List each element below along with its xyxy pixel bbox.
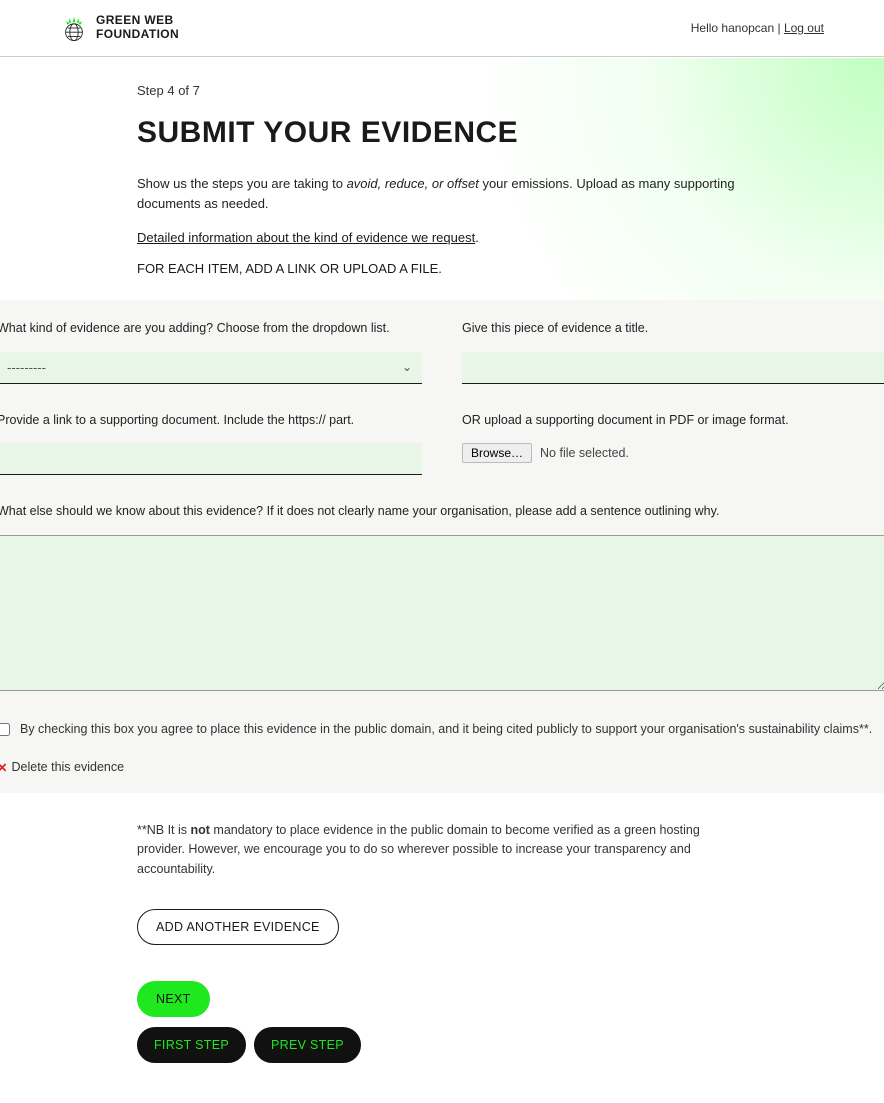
- evidence-notes-textarea[interactable]: [0, 535, 884, 691]
- greeting-text: Hello hanopcan: [691, 21, 774, 35]
- user-menu: Hello hanopcan | Log out: [691, 21, 824, 35]
- delete-x-icon: ✕: [0, 760, 7, 775]
- evidence-title-input[interactable]: [462, 352, 884, 384]
- footnote-text: **NB It is not mandatory to place eviden…: [137, 821, 747, 879]
- delete-evidence-button[interactable]: ✕ Delete this evidence: [0, 760, 884, 775]
- notes-label: What else should we know about this evid…: [0, 503, 884, 521]
- evidence-info-link[interactable]: Detailed information about the kind of e…: [137, 230, 475, 245]
- page-title: SUBMIT YOUR EVIDENCE: [137, 116, 747, 150]
- next-button[interactable]: NEXT: [137, 981, 210, 1017]
- first-step-button[interactable]: FIRST STEP: [137, 1027, 246, 1063]
- site-header: GREEN WEB FOUNDATION Hello hanopcan | Lo…: [0, 0, 884, 57]
- evidence-form-card: What kind of evidence are you adding? Ch…: [0, 300, 884, 793]
- kind-label: What kind of evidence are you adding? Ch…: [0, 320, 422, 338]
- add-evidence-button[interactable]: ADD ANOTHER EVIDENCE: [137, 909, 339, 945]
- evidence-kind-select[interactable]: ---------: [0, 352, 422, 384]
- step-indicator: Step 4 of 7: [137, 83, 747, 98]
- consent-text: By checking this box you agree to place …: [20, 720, 872, 738]
- brand-name: GREEN WEB FOUNDATION: [96, 14, 179, 42]
- link-label: Provide a link to a supporting document.…: [0, 412, 422, 430]
- prev-step-button[interactable]: PREV STEP: [254, 1027, 361, 1063]
- public-domain-checkbox[interactable]: [0, 723, 10, 736]
- intro-text: Show us the steps you are taking to avoi…: [137, 174, 747, 214]
- file-status: No file selected.: [540, 446, 629, 460]
- logout-link[interactable]: Log out: [784, 21, 824, 35]
- upload-label: OR upload a supporting document in PDF o…: [462, 412, 884, 430]
- evidence-link-input[interactable]: [0, 443, 422, 475]
- brand-logo[interactable]: GREEN WEB FOUNDATION: [60, 14, 179, 42]
- browse-button[interactable]: Browse…: [462, 443, 532, 463]
- title-label: Give this piece of evidence a title.: [462, 320, 884, 338]
- green-web-logo-icon: [60, 14, 88, 42]
- instruction-text: FOR EACH ITEM, ADD A LINK OR UPLOAD A FI…: [137, 261, 747, 276]
